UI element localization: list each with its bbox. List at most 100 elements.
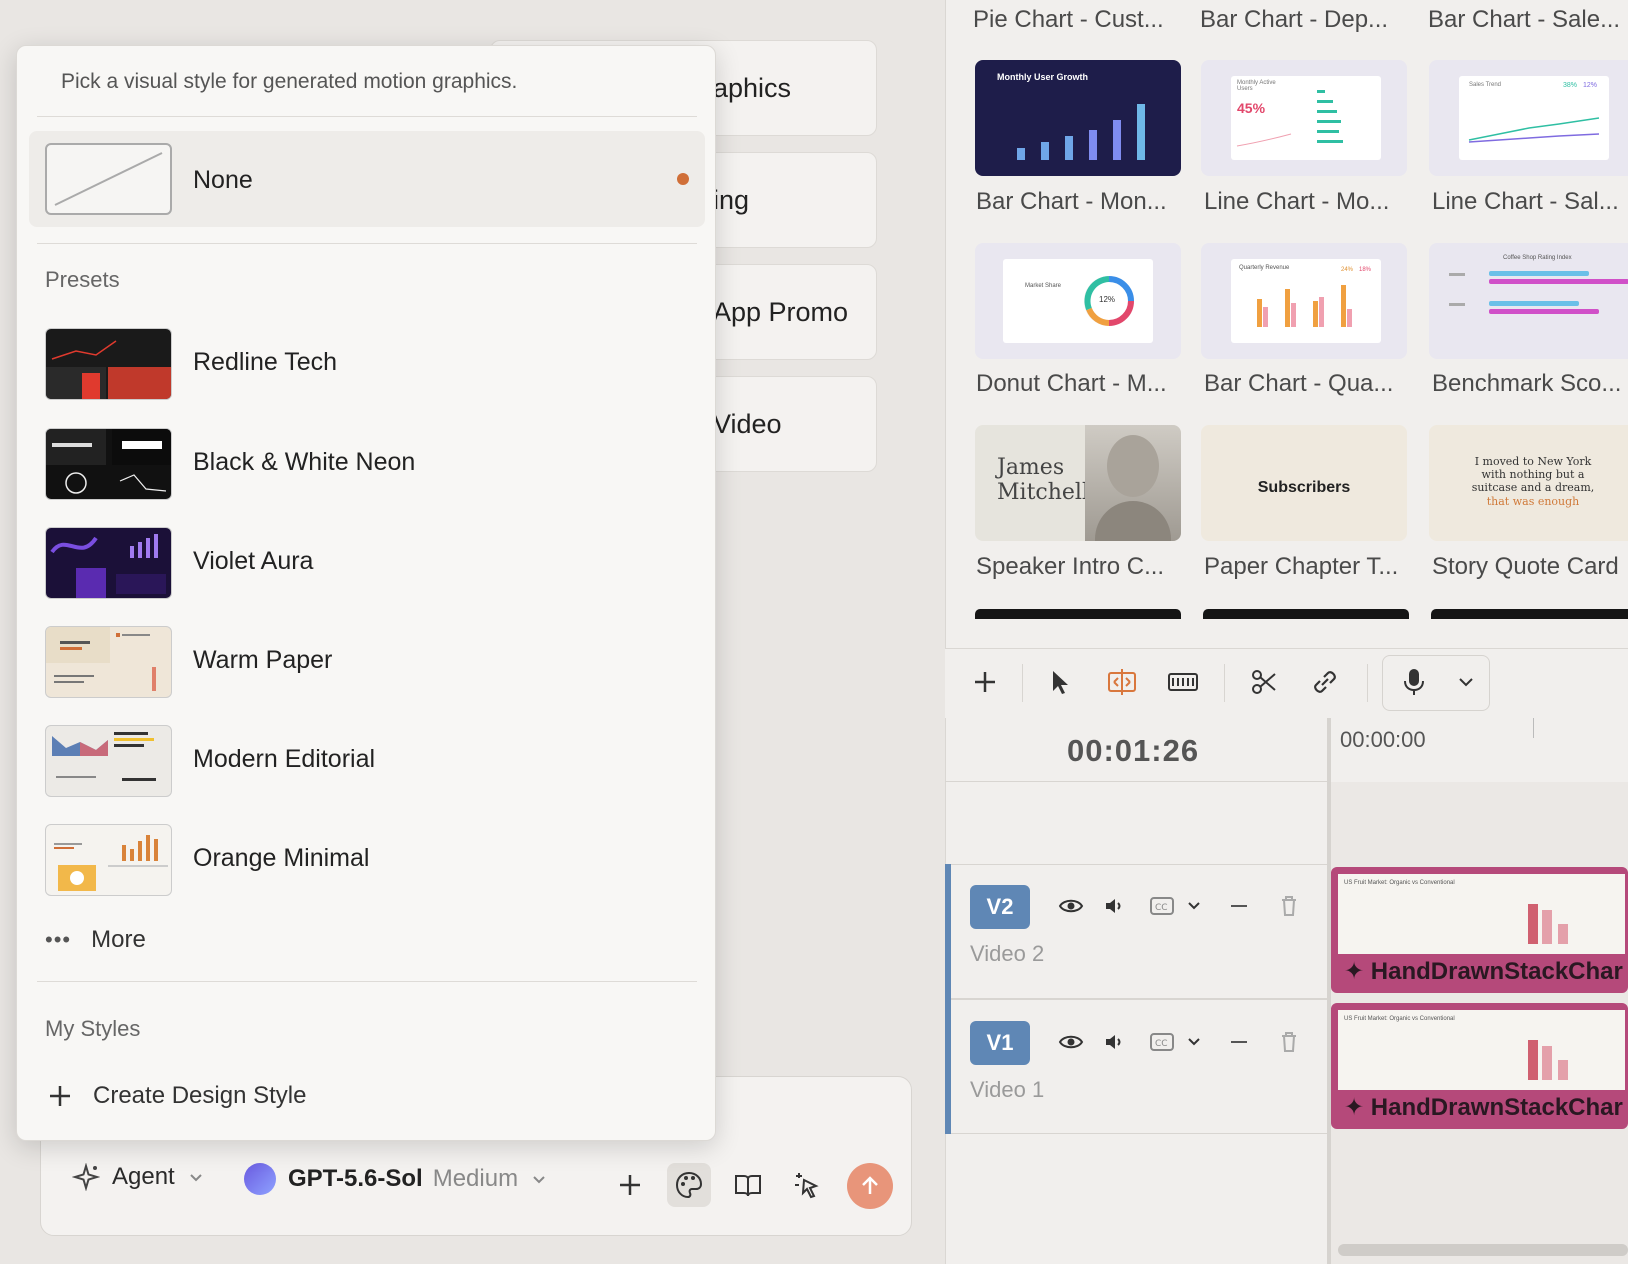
template-title[interactable]: Bar Chart - Sale...	[1428, 6, 1628, 34]
violet-preview-graphic	[50, 534, 166, 598]
template-thumb-partial[interactable]	[1203, 609, 1409, 619]
timeline-clip[interactable]: US Fruit Market: Organic vs Conventional…	[1331, 867, 1628, 993]
select-element-button[interactable]	[785, 1163, 829, 1207]
ruler-tick	[1533, 718, 1534, 738]
create-label: Create Design Style	[93, 1082, 307, 1109]
toggle-visibility-button[interactable]	[1055, 890, 1087, 922]
track-badge: V2	[970, 885, 1030, 929]
chevron-down-icon	[1188, 902, 1200, 910]
template-thumb-paper-chapter[interactable]: Subscribers	[1201, 425, 1407, 541]
style-option-label: None	[193, 166, 253, 194]
editorial-preview-graphic	[52, 732, 156, 781]
library-button[interactable]	[726, 1163, 770, 1207]
preset-thumb	[45, 824, 172, 896]
captions-dropdown[interactable]	[1178, 890, 1210, 922]
template-thumb-donut-chart[interactable]: Market Share 12%	[975, 243, 1181, 359]
style-option-redline-tech[interactable]: Redline Tech	[29, 320, 705, 408]
agent-mode-dropdown[interactable]: Agent	[72, 1163, 205, 1191]
model-logo-icon	[244, 1163, 276, 1195]
record-voice-button[interactable]	[1392, 660, 1436, 704]
template-thumb-benchmark[interactable]: Coffee Shop Rating Index	[1429, 243, 1628, 359]
captions-button[interactable]: CC	[1146, 1026, 1178, 1058]
timeline-clip[interactable]: US Fruit Market: Organic vs Conventional…	[1331, 1003, 1628, 1129]
template-title[interactable]: Donut Chart - M...	[976, 370, 1191, 398]
style-palette-button[interactable]	[667, 1163, 711, 1207]
mini-bars-graphic	[1236, 90, 1343, 147]
template-thumb-line-chart-sales[interactable]: Sales Trend 38% 12%	[1429, 60, 1628, 176]
template-thumb-partial[interactable]	[975, 609, 1181, 619]
toggle-audio-button[interactable]	[1098, 1026, 1130, 1058]
add-icon	[975, 672, 995, 692]
style-option-bw-neon[interactable]: Black & White Neon	[29, 420, 705, 508]
eye-icon	[1058, 1035, 1084, 1049]
ripple-tool-button[interactable]	[1100, 660, 1144, 704]
delete-track-button[interactable]	[1273, 890, 1305, 922]
preset-thumb	[45, 328, 172, 400]
template-thumb-bar-chart[interactable]: Monthly User Growth	[975, 60, 1181, 176]
preset-thumb	[45, 626, 172, 698]
current-time-display: 00:01:26	[1067, 733, 1200, 768]
template-title[interactable]: Bar Chart - Qua...	[1204, 370, 1419, 398]
chevron-down-icon	[1459, 678, 1473, 687]
divider	[37, 243, 697, 244]
toggle-audio-button[interactable]	[1098, 890, 1130, 922]
bar-chart-graphic	[1017, 104, 1145, 160]
more-presets-button[interactable]: ••• More	[45, 926, 146, 954]
plus-icon	[50, 1086, 70, 1106]
speaker-icon	[1106, 1035, 1121, 1049]
thumb-caption: I moved to New York with nothing but a s…	[1471, 455, 1595, 494]
template-thumb-story-quote[interactable]: I moved to New York with nothing but a s…	[1429, 425, 1628, 541]
create-design-style-button[interactable]: Create Design Style	[47, 1082, 306, 1110]
track-badge: V1	[970, 1021, 1030, 1065]
record-options-dropdown[interactable]	[1444, 660, 1488, 704]
toggle-visibility-button[interactable]	[1055, 1026, 1087, 1058]
microphone-icon	[1404, 669, 1424, 695]
template-title[interactable]: Speaker Intro C...	[976, 553, 1191, 581]
model-selector[interactable]: GPT-5.6-Sol Medium	[244, 1163, 548, 1195]
toolbar-divider	[1224, 664, 1225, 702]
clip-chart-graphic	[1528, 904, 1568, 944]
track-header-v1	[945, 999, 1327, 1134]
template-title[interactable]: Line Chart - Sal...	[1432, 188, 1628, 216]
preset-label: Modern Editorial	[193, 745, 376, 773]
trim-tool-button[interactable]	[1161, 660, 1205, 704]
split-tool-button[interactable]	[1242, 660, 1286, 704]
template-thumb-speaker-intro[interactable]: James Mitchell	[975, 425, 1181, 541]
template-thumb-partial[interactable]	[1431, 609, 1628, 619]
link-icon	[1314, 671, 1336, 693]
template-title[interactable]: Paper Chapter T...	[1204, 553, 1419, 581]
preset-label: Warm Paper	[193, 646, 333, 674]
template-title[interactable]: Story Quote Card	[1432, 553, 1628, 581]
add-track-button[interactable]	[963, 660, 1007, 704]
add-icon	[620, 1175, 640, 1195]
collapse-track-button[interactable]	[1223, 1026, 1255, 1058]
minus-icon	[1231, 905, 1247, 907]
thumb-card: Quarterly Revenue 24% 18%	[1231, 259, 1381, 343]
style-option-modern-editorial[interactable]: Modern Editorial	[29, 717, 705, 805]
timeline-horizontal-scrollbar[interactable]	[1338, 1244, 1628, 1256]
captions-dropdown[interactable]	[1178, 1026, 1210, 1058]
template-title[interactable]: Pie Chart - Cust...	[973, 6, 1188, 34]
style-option-violet-aura[interactable]: Violet Aura	[29, 519, 705, 607]
link-tool-button[interactable]	[1303, 660, 1347, 704]
warm-paper-preview-graphic	[46, 627, 156, 691]
redline-preview-graphic	[46, 340, 171, 399]
send-button[interactable]	[847, 1163, 893, 1209]
template-title[interactable]: Bar Chart - Mon...	[976, 188, 1191, 216]
style-option-orange-minimal[interactable]: Orange Minimal	[29, 816, 705, 904]
clip-label: ✦ HandDrawnStackChar	[1344, 1094, 1623, 1121]
add-button[interactable]	[608, 1163, 652, 1207]
style-option-warm-paper[interactable]: Warm Paper	[29, 618, 705, 706]
clip-chart-graphic	[1528, 1040, 1568, 1080]
divider	[37, 116, 697, 117]
delete-track-button[interactable]	[1273, 1026, 1305, 1058]
collapse-track-button[interactable]	[1223, 890, 1255, 922]
template-title[interactable]: Benchmark Sco...	[1432, 370, 1628, 398]
template-title[interactable]: Line Chart - Mo...	[1204, 188, 1419, 216]
sparkle-agent-icon	[72, 1163, 100, 1191]
template-thumb-line-chart[interactable]: Monthly Active Users 45%	[1201, 60, 1407, 176]
template-title[interactable]: Bar Chart - Dep...	[1200, 6, 1415, 34]
select-tool-button[interactable]	[1038, 660, 1082, 704]
captions-button[interactable]: CC	[1146, 890, 1178, 922]
template-thumb-bar-chart-quarterly[interactable]: Quarterly Revenue 24% 18%	[1201, 243, 1407, 359]
